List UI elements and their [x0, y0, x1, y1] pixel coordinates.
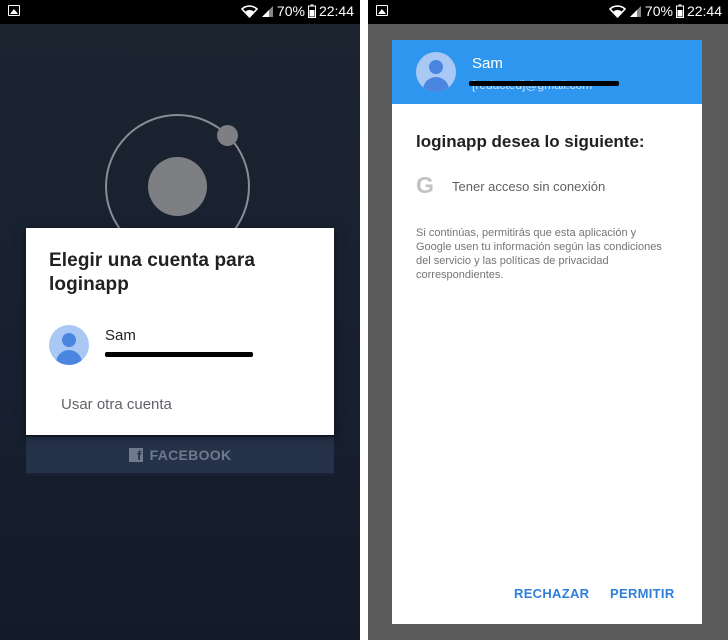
allow-button[interactable]: PERMITIR	[610, 586, 675, 601]
dialog-title: Elegir una cuenta para loginapp	[49, 250, 255, 295]
permission-title: loginapp desea lo siguiente:	[416, 132, 645, 151]
redacted-email	[469, 81, 619, 86]
left-screen: 70% 22:44 f FACEBOOK Elegir una cuenta p…	[0, 0, 360, 640]
use-other-account-button[interactable]: Usar otra cuenta	[61, 396, 172, 413]
clock: 22:44	[318, 3, 354, 19]
google-g-icon: G	[416, 172, 434, 198]
battery-icon	[675, 4, 684, 18]
wifi-icon	[240, 4, 258, 18]
right-screen: 70% 22:44 Sam [redacted]@gmail.com login…	[368, 0, 728, 640]
app-logo-core	[148, 157, 207, 216]
gallery-notification-icon	[376, 5, 388, 16]
signal-icon	[629, 5, 641, 17]
battery-percent: 70%	[644, 3, 673, 19]
avatar-icon	[49, 325, 89, 365]
permission-dialog: Sam [redacted]@gmail.com loginapp desea …	[392, 40, 702, 624]
status-bar: 70% 22:44	[368, 0, 728, 24]
privacy-disclaimer: Si continúas, permitirás que esta aplica…	[416, 227, 662, 281]
account-header: Sam [redacted]@gmail.com	[392, 40, 702, 104]
screen-divider	[360, 0, 368, 640]
redacted-email	[105, 352, 253, 357]
battery-percent: 70%	[276, 3, 305, 19]
facebook-button-label: FACEBOOK	[149, 447, 232, 463]
account-name: Sam	[472, 55, 503, 72]
wifi-icon	[608, 4, 626, 18]
status-icons: 70% 22:44	[240, 3, 354, 19]
permission-offline-access: Tener acceso sin conexión	[452, 179, 606, 194]
account-name: Sam	[105, 327, 136, 344]
app-logo-orbit-dot	[217, 125, 238, 146]
facebook-icon: f	[128, 448, 143, 462]
status-bar: 70% 22:44	[0, 0, 360, 24]
facebook-login-button[interactable]: f FACEBOOK	[26, 437, 334, 475]
clock: 22:44	[686, 3, 722, 19]
status-icons: 70% 22:44	[608, 3, 722, 19]
battery-icon	[307, 4, 316, 18]
reject-button[interactable]: RECHAZAR	[514, 586, 589, 601]
choose-account-dialog: Elegir una cuenta para loginapp Sam Usar…	[26, 228, 334, 435]
gallery-notification-icon	[8, 5, 20, 16]
avatar-icon	[416, 52, 456, 92]
signal-icon	[261, 5, 273, 17]
